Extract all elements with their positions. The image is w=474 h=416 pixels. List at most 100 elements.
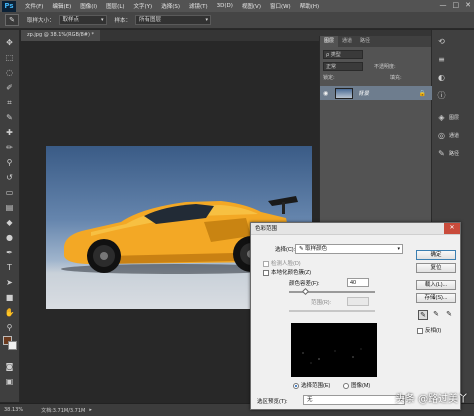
background-color-swatch[interactable] [8,341,17,350]
eyedropper-tool-icon[interactable]: ✎ [3,111,16,124]
maximize-button[interactable]: □ [453,1,460,9]
selection-preview-select[interactable]: 无 ▾ [303,395,405,405]
screen-mode-icon[interactable]: ▣ [3,375,16,388]
menu-view[interactable]: 视图(V) [242,2,261,10]
history-icon: ⟲ [438,37,445,46]
move-tool-icon[interactable]: ✥ [3,36,16,49]
healing-brush-tool-icon[interactable]: ✚ [3,126,16,139]
localized-clusters-checkbox[interactable]: 本地化颜色簇(Z) [263,268,311,276]
save-button[interactable]: 存储(S)... [416,293,456,303]
photoshop-logo: Ps [2,0,16,12]
menu-edit[interactable]: 编辑(E) [52,2,71,10]
gradient-tool-icon[interactable]: ▤ [3,201,16,214]
document-tab[interactable]: zp.jpg @ 38.1%(RGB/8#) * [21,30,101,41]
dialog-close-button[interactable]: ✕ [444,223,460,234]
menu-type[interactable]: 文字(Y) [134,2,153,10]
selection-preview-value: 无 [307,397,313,403]
window-controls: — □ ✕ [440,1,472,9]
mode-image-label: 图像(M) [351,383,371,389]
zoom-level[interactable]: 38.13% [4,407,23,413]
subtract-from-sample-eyedropper-icon[interactable]: ✎ [444,310,454,320]
menu-3d[interactable]: 3D(D) [217,3,233,9]
ok-button[interactable]: 确定 [416,250,456,260]
menu-file[interactable]: 文件(F) [25,2,43,10]
pen-tool-icon[interactable]: ✒ [3,246,16,259]
dock-item-channels[interactable]: ◎ 通道 [434,128,474,144]
close-button[interactable]: ✕ [465,1,471,9]
blend-mode-select[interactable]: 正常 [323,62,363,71]
crop-tool-icon[interactable]: ⌗ [3,96,16,109]
brush-tool-icon[interactable]: ✏ [3,141,16,154]
minimize-button[interactable]: — [440,1,447,9]
layers-panel-tabs: 图层 通道 路径 [320,36,431,47]
chevron-down-icon: ▾ [205,17,209,23]
dock-item-layers[interactable]: ◈ 图层 [434,110,474,126]
dock-item-adjustments[interactable]: ◐ [434,70,474,86]
sample-size-label: 取样大小： [27,18,55,24]
sample-label: 样本： [114,18,132,24]
tab-channels[interactable]: 通道 [338,36,356,47]
quick-select-tool-icon[interactable]: ✐ [3,81,16,94]
dodge-tool-icon[interactable]: ● [3,231,16,244]
menu-image[interactable]: 图像(I) [80,2,97,10]
range-label: 范围(R): [311,300,332,306]
clone-stamp-tool-icon[interactable]: ⚲ [3,156,16,169]
menu-help[interactable]: 帮助(H) [300,2,319,10]
add-to-sample-eyedropper-icon[interactable]: ✎ [431,310,441,320]
path-selection-tool-icon[interactable]: ➤ [3,276,16,289]
detect-faces-checkbox[interactable]: 检测人脸(D) [263,259,301,267]
history-brush-tool-icon[interactable]: ↺ [3,171,16,184]
sample-value: 所有图层 [139,17,162,23]
mode-selection-radio[interactable]: 选择范围(E) [293,381,330,389]
status-menu-arrow-icon[interactable]: ▸ [89,407,92,413]
channels-icon: ◎ [438,131,445,140]
color-range-dialog: 色彩范围 ✕ 选择(C): ✎ 取样颜色 ▾ 检测人脸(D) 本地化颜色簇(Z)… [250,222,461,410]
menu-window[interactable]: 窗口(W) [270,2,291,10]
reset-button[interactable]: 复位 [416,263,456,273]
eraser-tool-icon[interactable]: ▭ [3,186,16,199]
range-input[interactable] [347,297,369,306]
mode-image-radio[interactable]: 图像(M) [343,381,370,389]
dialog-title: 色彩范围 [251,223,460,235]
radio-icon [343,382,349,389]
layer-name: 背景 [358,91,370,97]
lasso-tool-icon[interactable]: ◌ [3,66,16,79]
type-tool-icon[interactable]: T [3,261,16,274]
radio-selected-icon [293,382,299,389]
tab-paths[interactable]: 路径 [356,36,374,47]
quick-mask-icon[interactable]: ◙ [3,360,16,373]
menu-select[interactable]: 选择(S) [161,2,180,10]
sample-size-select[interactable]: 取样点 ▾ [58,15,107,25]
properties-icon: ≡ [438,55,445,64]
hand-tool-icon[interactable]: ✋ [3,306,16,319]
invert-checkbox[interactable]: 反相(I) [417,326,441,334]
eye-visibility-icon[interactable]: ◉ [323,90,331,97]
select-dropdown[interactable]: ✎ 取样颜色 ▾ [295,244,403,254]
dock-item-info[interactable]: ⓘ [434,88,474,104]
dock-item-properties[interactable]: ≡ [434,52,474,68]
dock-item-history[interactable]: ⟲ [434,34,474,50]
dock-item-paths[interactable]: ✎ 路径 [434,146,474,162]
fuzziness-input[interactable]: 40 [347,278,369,287]
layer-kind-filter[interactable]: ρ 类型 [323,50,363,59]
fuzziness-slider-knob[interactable] [302,287,310,296]
blur-tool-icon[interactable]: ◆ [3,216,16,229]
shape-tool-icon[interactable]: ■ [3,291,16,304]
menu-layer[interactable]: 图层(L) [106,2,124,10]
preview-speckles [302,348,362,364]
load-button[interactable]: 载入(L)... [416,280,456,290]
lock-label: 锁定: [323,75,335,81]
layer-row-background[interactable]: ◉ 背景 🔒 [320,86,432,100]
eyedropper-tool-preset-icon[interactable]: ✎ [5,14,19,26]
mode-selection-label: 选择范围(E) [301,383,331,389]
range-slider[interactable] [289,310,375,312]
tools-panel: ✥ ⬚ ◌ ✐ ⌗ ✎ ✚ ✏ ⚲ ↺ ▭ ▤ ◆ ● ✒ T ➤ ■ ✋ ⚲ … [0,30,20,402]
menu-filter[interactable]: 滤镜(T) [189,2,208,10]
localized-clusters-label: 本地化颜色簇(Z) [271,270,312,276]
sample-select[interactable]: 所有图层 ▾ [135,15,212,25]
adjustments-icon: ◐ [438,73,445,82]
marquee-tool-icon[interactable]: ⬚ [3,51,16,64]
tab-layers[interactable]: 图层 [320,36,339,47]
zoom-tool-icon[interactable]: ⚲ [3,321,16,334]
eyedropper-icon[interactable]: ✎ [418,310,428,320]
